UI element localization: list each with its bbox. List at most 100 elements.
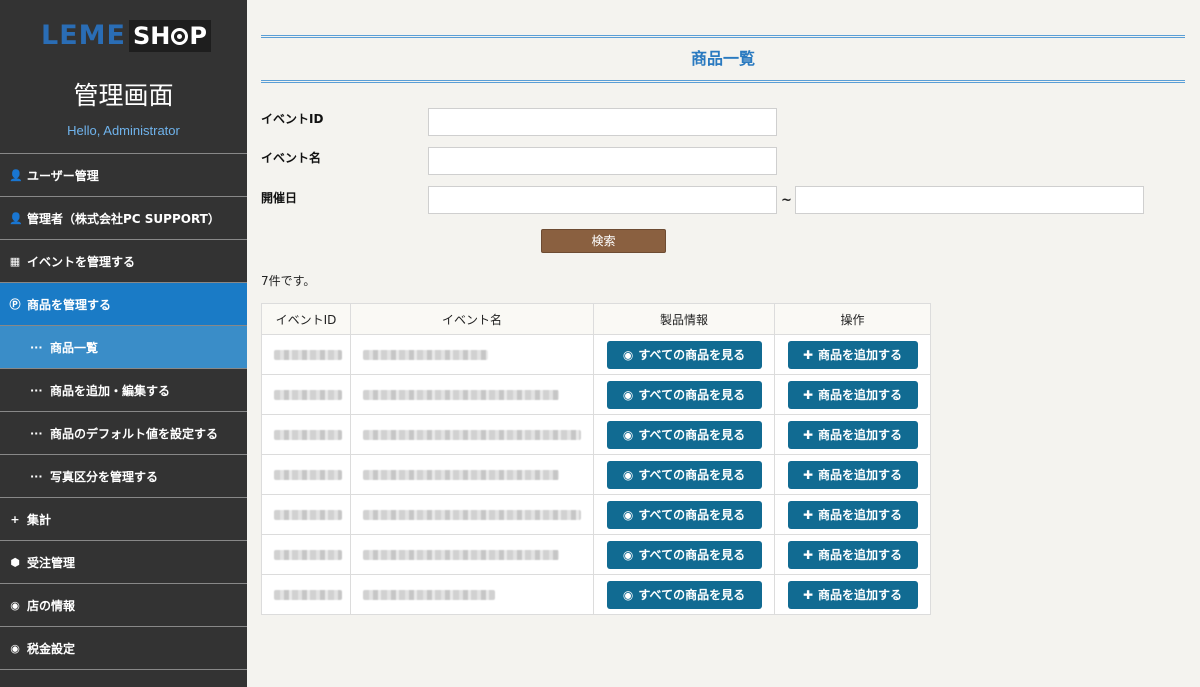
sidebar-item-product-list[interactable]: ··· 商品一覧: [0, 326, 247, 369]
view-all-products-button[interactable]: ◉ すべての商品を見る: [606, 420, 762, 449]
redacted-event-name: [363, 429, 581, 440]
plus-icon: ✚: [802, 547, 814, 562]
redacted-event-id: [274, 509, 342, 520]
view-all-products-button[interactable]: ◉ すべての商品を見る: [606, 540, 762, 569]
cell-actions: ✚ 商品を追加する: [774, 454, 931, 495]
redacted-event-name: [363, 509, 581, 520]
sidebar-item-totals[interactable]: + 集計: [0, 498, 247, 541]
redacted-event-id: [274, 549, 342, 560]
account-icon: ◉: [10, 641, 20, 655]
plus-icon: ✚: [802, 347, 814, 362]
sidebar-nav: 👤 ユーザー管理 👤 管理者（株式会社PC SUPPORT） ▦ イベントを管理する …: [0, 153, 247, 670]
shop-logo[interactable]: LEME SH P: [41, 20, 211, 52]
date-to-input[interactable]: [795, 186, 1144, 214]
cell-event-id: [261, 374, 351, 415]
cell-event-name: [350, 334, 594, 375]
event-name-input[interactable]: [428, 147, 777, 175]
event-id-label: イベントID: [261, 112, 324, 126]
view-all-products-button[interactable]: ◉ すべての商品を見る: [606, 500, 762, 529]
sidebar-item-orders[interactable]: ⬢ 受注管理: [0, 541, 247, 584]
redacted-event-id: [274, 349, 342, 360]
table-row: ◉ すべての商品を見る ✚ 商品を追加する: [261, 494, 931, 535]
add-product-button[interactable]: ✚ 商品を追加する: [787, 380, 918, 409]
redacted-event-id: [274, 429, 342, 440]
add-product-button[interactable]: ✚ 商品を追加する: [787, 580, 918, 609]
admin-title: 管理画面: [73, 81, 174, 110]
cell-event-id: [261, 454, 351, 495]
cell-product-info: ◉ すべての商品を見る: [593, 494, 775, 535]
cell-actions: ✚ 商品を追加する: [774, 494, 931, 535]
cell-product-info: ◉ すべての商品を見る: [593, 374, 775, 415]
sidebar-item-photo-categories[interactable]: ··· 写真区分を管理する: [0, 455, 247, 498]
dots-icon: ···: [30, 340, 43, 354]
cell-event-id: [261, 414, 351, 455]
cell-product-info: ◉ すべての商品を見る: [593, 334, 775, 375]
dots-icon: ···: [30, 383, 43, 397]
cell-event-name: [350, 374, 594, 415]
eye-icon: ◉: [622, 347, 634, 362]
cell-event-id: [261, 494, 351, 535]
view-all-products-button[interactable]: ◉ すべての商品を見る: [606, 580, 762, 609]
event-table: イベントID イベント名 製品情報 操作 ◉ すべての商品を見る ✚ 商品を追加する ◉…: [261, 303, 931, 615]
result-count: 7件です。: [261, 274, 316, 288]
eye-icon: ◉: [622, 587, 634, 602]
view-all-products-button[interactable]: ◉ すべての商品を見る: [606, 460, 762, 489]
eye-icon: ◉: [622, 507, 634, 522]
add-product-button[interactable]: ✚ 商品を追加する: [787, 500, 918, 529]
dots-icon: ···: [30, 469, 43, 483]
date-from-input[interactable]: [428, 186, 777, 214]
user-icon: 👤: [9, 211, 23, 225]
sidebar-item-users[interactable]: 👤 ユーザー管理: [0, 154, 247, 197]
cell-event-id: [261, 334, 351, 375]
sidebar-item-tax[interactable]: ◉ 税金設定: [0, 627, 247, 670]
eye-icon: ◉: [622, 547, 634, 562]
table-body: ◉ すべての商品を見る ✚ 商品を追加する ◉ すべての商品を見る ✚ 商品を追加する ◉ すべて…: [261, 334, 931, 615]
add-product-button[interactable]: ✚ 商品を追加する: [787, 460, 918, 489]
redacted-event-name: [363, 589, 495, 600]
redacted-event-name: [363, 389, 559, 400]
table-row: ◉ すべての商品を見る ✚ 商品を追加する: [261, 334, 931, 375]
redacted-event-name: [363, 349, 488, 360]
table-row: ◉ すべての商品を見る ✚ 商品を追加する: [261, 374, 931, 415]
cell-event-name: [350, 574, 594, 615]
view-all-products-button[interactable]: ◉ すべての商品を見る: [606, 340, 762, 369]
column-header-product-info: 製品情報: [593, 303, 775, 335]
product-icon: Ⓟ: [9, 298, 21, 311]
cell-actions: ✚ 商品を追加する: [774, 334, 931, 375]
cell-event-name: [350, 454, 594, 495]
view-all-products-button[interactable]: ◉ すべての商品を見る: [606, 380, 762, 409]
calendar-icon: ▦: [9, 254, 21, 268]
table-row: ◉ すべての商品を見る ✚ 商品を追加する: [261, 454, 931, 495]
column-header-event-id: イベントID: [261, 303, 351, 335]
plus-icon: ✚: [802, 507, 814, 522]
sidebar-item-shop-info[interactable]: ◉ 店の情報: [0, 584, 247, 627]
date-label: 開催日: [261, 191, 298, 205]
redacted-event-id: [274, 589, 342, 600]
logo-text-leme: LEME: [41, 20, 126, 51]
cell-event-id: [261, 574, 351, 615]
redacted-event-id: [274, 469, 342, 480]
sidebar-item-events[interactable]: ▦ イベントを管理する: [0, 240, 247, 283]
date-range-separator: ~: [781, 193, 792, 208]
cell-event-name: [350, 534, 594, 575]
redacted-event-name: [363, 549, 559, 560]
cell-product-info: ◉ すべての商品を見る: [593, 454, 775, 495]
search-button[interactable]: 検索: [541, 229, 666, 253]
add-product-button[interactable]: ✚ 商品を追加する: [787, 420, 918, 449]
add-product-button[interactable]: ✚ 商品を追加する: [787, 340, 918, 369]
add-product-button[interactable]: ✚ 商品を追加する: [787, 540, 918, 569]
event-name-label: イベント名: [261, 151, 322, 165]
sidebar-item-product-defaults[interactable]: ··· 商品のデフォルト値を設定する: [0, 412, 247, 455]
main-content: 商品一覧 イベントID イベント名 開催日 ~ 検索 7件です。 イベントID …: [247, 0, 1200, 687]
column-header-actions: 操作: [774, 303, 931, 335]
event-id-input[interactable]: [428, 108, 777, 136]
redacted-event-name: [363, 469, 559, 480]
redacted-event-id: [274, 389, 342, 400]
cell-product-info: ◉ すべての商品を見る: [593, 574, 775, 615]
sidebar-item-products[interactable]: Ⓟ 商品を管理する: [0, 283, 247, 326]
sidebar-item-administrator[interactable]: 👤 管理者（株式会社PC SUPPORT）: [0, 197, 247, 240]
sidebar: LEME SH P 管理画面 Hello, Administrator 👤 ユーザー…: [0, 0, 247, 687]
sidebar-item-product-edit[interactable]: ··· 商品を追加・編集する: [0, 369, 247, 412]
plus-icon: ✚: [802, 427, 814, 442]
plus-icon: ✚: [802, 467, 814, 482]
